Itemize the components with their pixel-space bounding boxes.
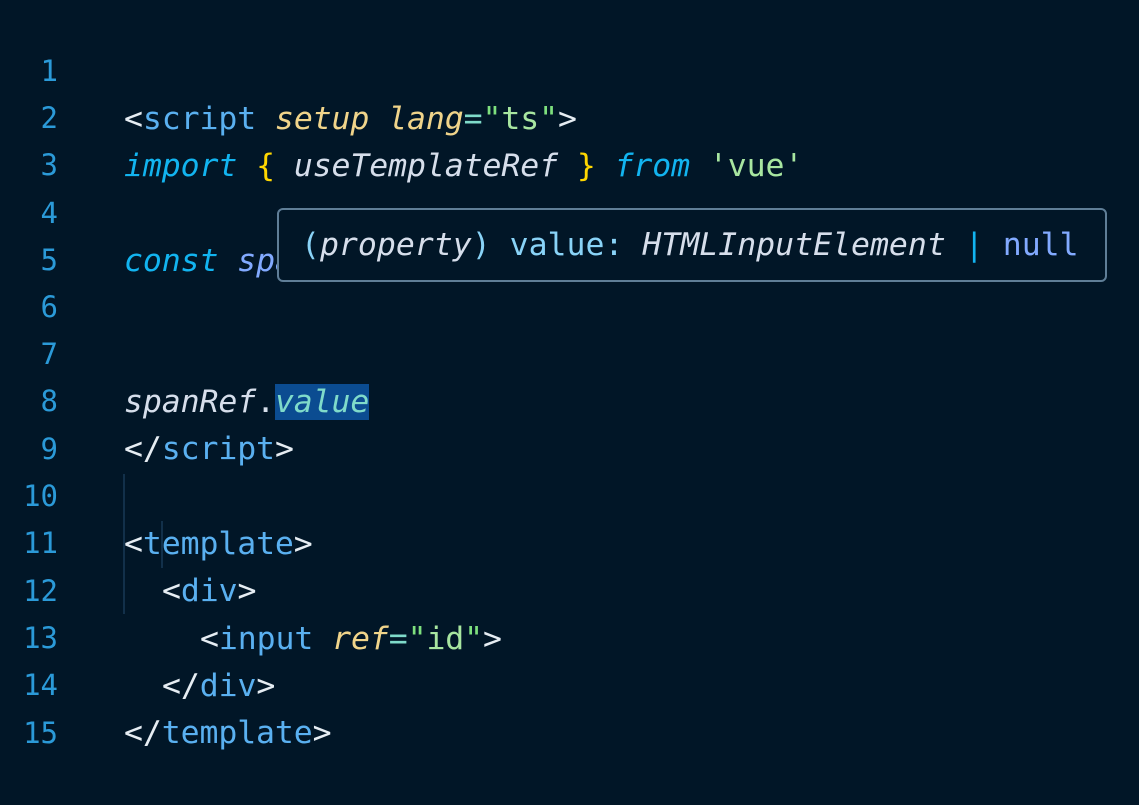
tag-bracket: </ (162, 667, 200, 704)
code-line[interactable]: import { useTemplateRef } from 'vue' (124, 143, 803, 190)
line-10[interactable]: 10 <template> (0, 426, 313, 561)
tag-bracket: < (124, 525, 143, 562)
equals: = (388, 620, 408, 657)
tooltip-signature: (property) value: HTMLInputElement | nul… (301, 223, 1079, 267)
hover-tooltip: (property) value: HTMLInputElement | nul… (277, 208, 1107, 282)
attribute-ref: ref (332, 620, 389, 657)
tag-name: script (161, 430, 275, 467)
tag-bracket: > (256, 667, 276, 704)
code-line[interactable]: spanRef.value (124, 379, 369, 426)
line-12[interactable]: 12 <input ref="id"> (0, 521, 502, 656)
line-5[interactable]: 5 (0, 190, 76, 277)
tag-bracket: > (483, 620, 502, 657)
tag-bracket: > (274, 430, 294, 467)
tag-name: template (142, 525, 294, 562)
line-8[interactable]: 8 </script> (0, 331, 294, 466)
keyword-from: from (614, 147, 691, 184)
line-4[interactable]: 4 const spanRef = useTemplateRef('id') (0, 143, 804, 278)
tooltip-type: HTMLInputElement (642, 227, 946, 263)
tag-bracket: > (237, 572, 257, 609)
indent-guide (161, 521, 163, 568)
code-line[interactable]: <input ref="id"> (200, 616, 502, 663)
indent-guide (123, 474, 125, 614)
tag-bracket: > (312, 714, 332, 751)
tooltip-paren: ) (471, 227, 491, 263)
tag-bracket: < (124, 100, 143, 137)
keyword-import: import (124, 147, 238, 184)
code-line[interactable]: </template> (124, 710, 332, 757)
line-9[interactable]: 9 (0, 379, 76, 466)
tooltip-null: null (1002, 227, 1079, 263)
line-6[interactable]: 6 (0, 237, 76, 324)
keyword-const: const (124, 242, 219, 279)
tooltip-kind: property (319, 227, 472, 263)
equals: = (463, 100, 483, 137)
line-7[interactable]: 7 spanRef.value (0, 284, 369, 420)
tag-bracket: > (557, 100, 577, 137)
quote: " (539, 100, 558, 137)
tooltip-name: value: (509, 227, 624, 263)
identifier: useTemplateRef (293, 147, 558, 184)
attribute-lang: lang (388, 100, 464, 137)
line-14[interactable]: 14 </template> (0, 615, 332, 750)
tag-name: input (218, 620, 314, 657)
quote: " (482, 100, 502, 137)
code-line[interactable]: <div> (162, 568, 256, 615)
tooltip-pipe: | (964, 227, 984, 263)
quote: " (407, 620, 427, 657)
brace: } (576, 147, 596, 184)
selected-property[interactable]: value (274, 383, 369, 420)
attribute-value: id (426, 620, 465, 657)
tag-bracket: </ (124, 714, 162, 751)
quote: " (464, 620, 484, 657)
code-editor[interactable]: 1 <script setup lang="ts"> 2 import { us… (0, 0, 1139, 751)
code-line[interactable]: </div> (162, 663, 275, 710)
line-2[interactable]: 2 import { useTemplateRef } from 'vue' (0, 48, 804, 183)
tag-name: script (142, 100, 257, 137)
attribute-value: ts (501, 100, 540, 137)
code-line[interactable]: </script> (124, 426, 294, 473)
tag-bracket: > (293, 525, 313, 562)
variable: spanRef (124, 383, 257, 420)
line-3[interactable]: 3 (0, 95, 76, 182)
tag-name: div (199, 667, 257, 704)
brace: { (256, 147, 275, 184)
tag-name: div (180, 572, 238, 609)
attribute-setup: setup (274, 100, 370, 137)
string: 'vue' (708, 147, 804, 184)
tag-bracket: < (200, 620, 219, 657)
tag-name: template (161, 714, 313, 751)
line-11[interactable]: 11 <div> (0, 473, 256, 608)
line-15[interactable]: 15 (0, 663, 76, 750)
code-line[interactable]: <template> (124, 521, 313, 568)
line-number: 15 (23, 716, 58, 751)
code-line[interactable]: <script setup lang="ts"> (124, 96, 577, 143)
line-13[interactable]: 13 </div> (0, 568, 275, 703)
tag-bracket: < (162, 572, 181, 609)
tag-bracket: </ (124, 430, 162, 467)
dot: . (256, 383, 275, 420)
line-1[interactable]: 1 <script setup lang="ts"> (0, 1, 577, 136)
tooltip-paren: ( (301, 227, 320, 263)
